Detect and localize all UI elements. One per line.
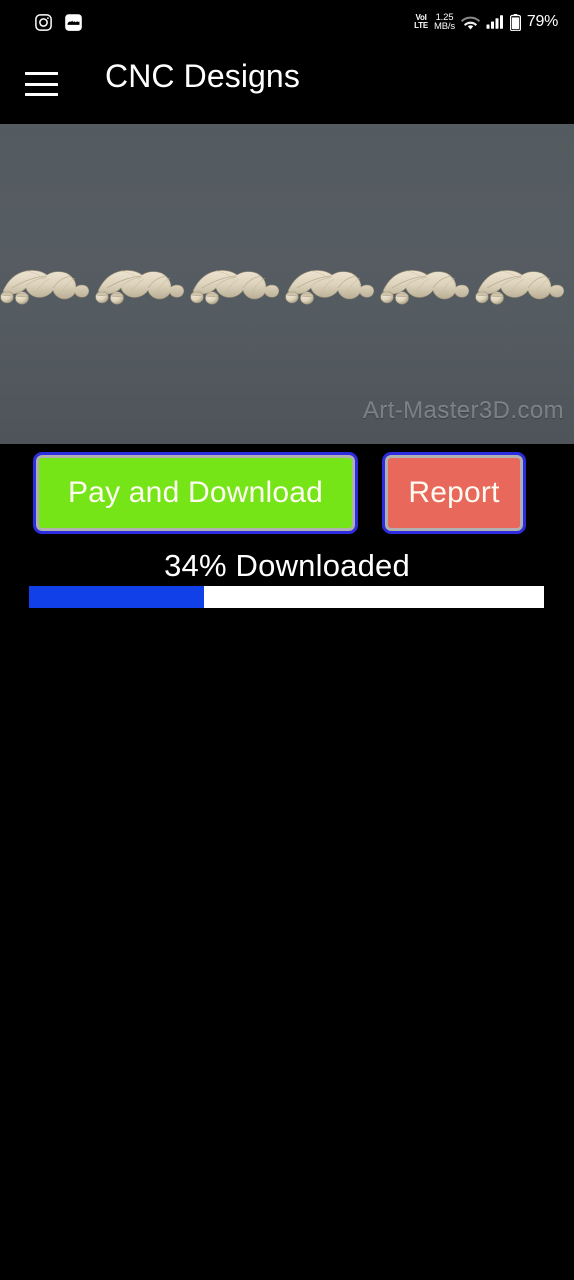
volte-icon: VoI LTE [414,14,428,29]
pay-and-download-button[interactable]: Pay and Download [33,452,358,534]
status-bar: VoI LTE 1.25 MB/s 79% [0,0,574,44]
report-button-inner: Report [385,455,523,531]
download-progress-label: 34% Downloaded [164,548,410,583]
page-title: CNC Designs [105,58,300,94]
status-bar-left-icons [34,13,83,32]
hamburger-line-3 [25,93,58,96]
network-speed-unit: MB/s [434,21,455,32]
image-watermark: Art-Master3D.com [362,397,564,424]
notification-icon [64,13,83,32]
status-bar-right-icons: VoI LTE 1.25 MB/s 79% [414,12,558,32]
app-bar: CNC Designs [0,44,574,124]
pay-and-download-button-inner: Pay and Download [36,455,355,531]
volte-bottom-text: LTE [414,21,429,30]
signal-bars-icon [486,15,504,29]
download-progress-fill [29,586,205,608]
download-progress-bar [29,586,544,608]
hamburger-menu-icon[interactable] [25,72,58,96]
design-preview-image[interactable]: Art-Master3D.com [0,124,574,444]
network-speed-indicator: 1.25 MB/s [434,12,455,32]
carved-molding-graphic [0,260,574,312]
instagram-icon [34,13,53,32]
action-button-row: Pay and Download Report [0,452,574,534]
pay-and-download-button-label: Pay and Download [67,476,324,509]
wifi-icon [460,15,480,30]
battery-percent-label: 79% [526,13,558,30]
report-button-label: Report [408,476,500,509]
battery-icon [509,13,521,31]
report-button[interactable]: Report [382,452,526,534]
hamburger-line-1 [25,72,58,75]
hamburger-line-2 [25,82,58,86]
app-screen: VoI LTE 1.25 MB/s 79% CNC Designs Art-Ma… [0,0,574,1280]
